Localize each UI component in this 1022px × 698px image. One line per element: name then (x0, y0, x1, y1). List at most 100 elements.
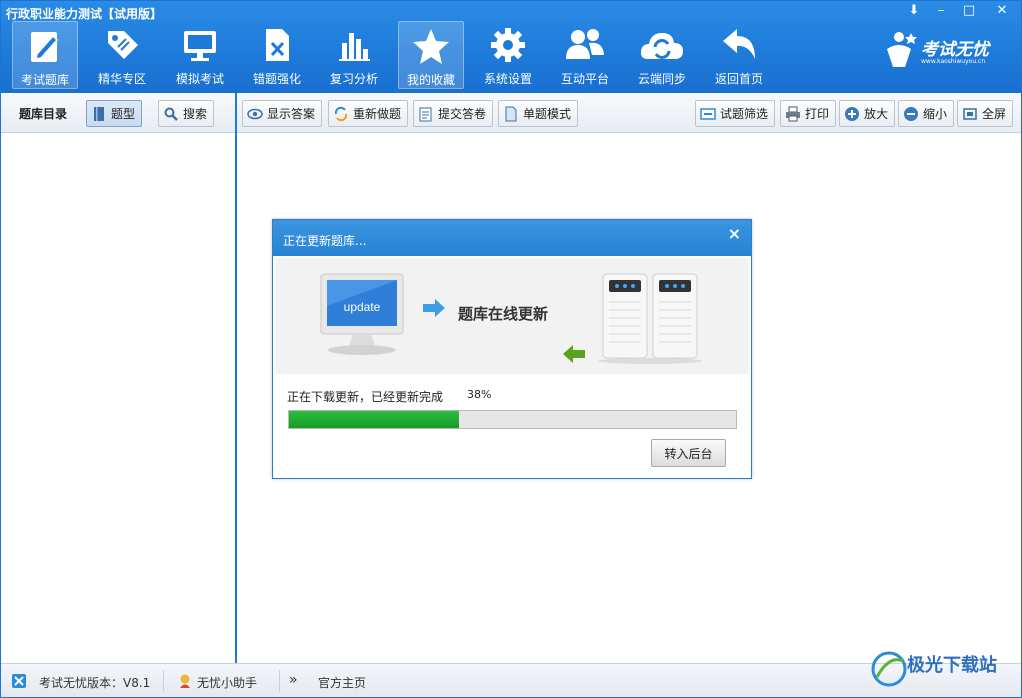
tool-label: 复习分析 (329, 72, 378, 86)
tool-exam-bank[interactable]: 考试题库 (12, 21, 78, 89)
tool-essence[interactable]: 精华专区 (89, 21, 155, 89)
site-watermark: 极光下载站 (869, 645, 1019, 695)
close-button[interactable]: ✕ (991, 3, 1013, 18)
dialog-title: 正在更新题库... (283, 234, 367, 248)
dialog-close-icon[interactable]: × (728, 224, 741, 243)
redo-button[interactable]: 重新做题 (328, 100, 409, 127)
minimize-button[interactable]: – (930, 3, 952, 18)
update-percent-text: 38% (467, 388, 492, 401)
tool-label: 精华专区 (97, 72, 146, 86)
single-doc-icon (505, 106, 517, 121)
tool-label: 返回首页 (714, 72, 763, 86)
tool-home[interactable]: 返回首页 (706, 21, 772, 89)
homepage-link[interactable]: 官方主页 (318, 674, 366, 691)
show-answer-label: 显示答案 (267, 107, 316, 121)
bar-chart-icon (339, 33, 370, 61)
search-button[interactable]: 搜索 (158, 100, 215, 127)
watermark-logo-icon (871, 651, 907, 687)
logo-subtext: www.kaoshiwuyou.cn (921, 58, 986, 65)
tool-label: 我的收藏 (406, 73, 455, 87)
download-icon[interactable]: ⬇ (903, 3, 925, 18)
zoom-in-button[interactable]: 放大 (839, 100, 896, 127)
submit-label: 提交答卷 (438, 107, 487, 121)
window-title: 行政职业能力测试【试用版】 (6, 7, 163, 21)
catalog-tree-panel[interactable] (1, 133, 235, 663)
status-separator (279, 670, 280, 692)
filter-label: 试题筛选 (720, 107, 769, 121)
monitor-icon (184, 31, 216, 61)
server-illustration-icon (598, 273, 702, 364)
top-toolbar: 行政职业能力测试【试用版】 ⬇ – □ ✕ 考试题库 精华专区 模拟考试 错题强… (1, 1, 1021, 93)
update-dialog: 正在更新题库... × update 题库在线更新 正在下载更新，已经更新完成 … (272, 219, 752, 479)
eye-icon (247, 108, 263, 119)
minus-circle-icon (904, 106, 918, 121)
zoom-out-button[interactable]: 缩小 (898, 100, 955, 127)
status-bar: 考试无忧版本：V8.1 无忧小助手 » 官方主页 (1, 663, 1021, 697)
star-icon (413, 29, 449, 64)
search-icon (164, 107, 178, 121)
single-mode-button[interactable]: 单题模式 (498, 100, 579, 127)
run-in-background-button[interactable]: 转入后台 (651, 439, 726, 467)
status-separator (163, 670, 164, 692)
zoom-out-label: 缩小 (923, 107, 948, 121)
logo-mark-icon (887, 32, 917, 67)
search-label: 搜索 (183, 107, 208, 121)
tool-label: 模拟考试 (175, 72, 224, 86)
tool-interactive[interactable]: 互动平台 (552, 21, 618, 89)
tool-label: 云端同步 (637, 72, 686, 86)
zoom-in-label: 放大 (864, 107, 889, 121)
left-pane-header: 题库目录 题型 搜索 (1, 93, 235, 133)
print-label: 打印 (805, 107, 830, 121)
app-window: 行政职业能力测试【试用版】 ⬇ – □ ✕ 考试题库 精华专区 模拟考试 错题强… (0, 0, 1022, 698)
submit-doc-icon (419, 107, 432, 121)
book-icon (94, 106, 104, 121)
single-mode-label: 单题模式 (523, 107, 572, 121)
print-button[interactable]: 打印 (780, 100, 837, 127)
logo-text: 考试无忧 (921, 40, 989, 60)
tool-review-analysis[interactable]: 复习分析 (321, 21, 387, 89)
fullscreen-label: 全屏 (982, 107, 1007, 121)
assistant-icon (180, 674, 190, 688)
submit-button[interactable]: 提交答卷 (413, 100, 494, 127)
filter-button[interactable]: 试题筛选 (695, 100, 776, 127)
refresh-icon (334, 106, 348, 121)
users-icon (566, 29, 604, 59)
tool-settings[interactable]: 系统设置 (475, 21, 541, 89)
question-type-button[interactable]: 题型 (86, 100, 143, 127)
show-answer-button[interactable]: 显示答案 (242, 100, 323, 127)
redo-label: 重新做题 (353, 107, 402, 121)
tool-label: 互动平台 (560, 72, 609, 86)
tool-mock-exam[interactable]: 模拟考试 (167, 21, 233, 89)
catalog-title: 题库目录 (19, 107, 68, 121)
update-screen-text: update (344, 300, 381, 314)
update-status-text: 正在下载更新，已经更新完成 (287, 390, 444, 404)
fullscreen-button[interactable]: 全屏 (957, 100, 1014, 127)
progress-fill (289, 411, 459, 428)
back-arrow-icon (723, 29, 755, 59)
tool-label: 系统设置 (483, 72, 532, 86)
gear-icon (491, 28, 525, 62)
error-doc-icon (266, 29, 289, 61)
banner-text: 题库在线更新 (458, 305, 549, 323)
filter-icon (700, 107, 716, 120)
fullscreen-icon (963, 107, 977, 120)
tool-label: 错题强化 (252, 72, 301, 86)
tool-label: 考试题库 (20, 73, 69, 87)
update-banner: update 题库在线更新 (275, 258, 749, 374)
update-progress-bar (288, 410, 737, 429)
tool-cloud-sync[interactable]: 云端同步 (629, 21, 695, 89)
cloud-sync-icon (640, 33, 683, 59)
plus-circle-icon (845, 106, 859, 121)
watermark-text: 极光下载站 (907, 655, 997, 675)
double-chevron-icon: » (289, 672, 298, 688)
printer-icon (786, 106, 800, 121)
tool-wrong-questions[interactable]: 错题强化 (244, 21, 310, 89)
arrow-left-icon (563, 345, 585, 363)
dialog-header: 正在更新题库... × (273, 220, 751, 256)
arrow-right-icon (423, 299, 445, 317)
pen-paper-icon (31, 32, 59, 62)
assistant-link[interactable]: 无忧小助手 (197, 674, 257, 691)
tool-favorites[interactable]: 我的收藏 (398, 21, 464, 89)
app-status-icon (12, 674, 26, 688)
maximize-button[interactable]: □ (958, 3, 980, 18)
